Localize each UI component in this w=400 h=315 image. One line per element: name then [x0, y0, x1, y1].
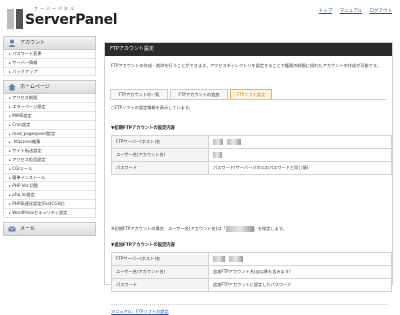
row-value-redacted — [208, 148, 392, 162]
table-row: パスワード パスワード(サーバーパネルのパスワードと同じ値) — [111, 161, 392, 175]
sidebar-item-easy-install[interactable]: 簡単インストール — [4, 174, 95, 183]
top-link-top[interactable]: トップ — [319, 9, 333, 14]
table-row: ユーザー名(アカウント名) 追加FTPアカウント名(@以降も含みます) — [111, 265, 392, 279]
row-key: FTPサーバー(ホスト)名 — [111, 252, 209, 266]
manual-ftp-software-link[interactable]: マニュアル：FTPソフトの設定 — [111, 309, 169, 315]
mail-icon — [8, 225, 16, 232]
serverpanel-logo: サーバーパネル ServerPanel — [6, 4, 126, 34]
page-title: FTPアカウント設定 — [105, 43, 392, 56]
user-icon — [8, 39, 16, 47]
sidebar-item-mime[interactable]: MIME設定 — [4, 112, 95, 121]
row-key: パスワード — [111, 278, 209, 292]
table-row: ユーザー名(アカウント名) — [111, 148, 392, 162]
added-account-table: FTPサーバー(ホスト)名 ユーザー名(アカウント名) 追加FTPアカウント名(… — [111, 252, 392, 292]
row-value: 追加FTPアカウントに設定したパスワード — [208, 278, 392, 292]
sidebar-item-php-ini[interactable]: php.ini設定 — [4, 191, 95, 200]
row-key: ユーザー名(アカウント名) — [111, 148, 209, 162]
sidebar-item-server-info[interactable]: サーバー情報 — [4, 59, 95, 68]
initial-account-table: FTPサーバー(ホスト)名 ユーザー名(アカウント名) パスワード パスワード(… — [111, 135, 392, 175]
row-key: パスワード — [111, 161, 209, 175]
sidebar: アカウント パスワード変更 サーバー情報 バックアップ ホームページ アクセス制… — [3, 36, 96, 236]
sidebar-item-site-transfer[interactable]: サイト転送設定 — [4, 147, 95, 156]
initial-account-title: ▼初期FTPアカウントの設定内容 — [111, 126, 175, 131]
top-link-manual[interactable]: マニュアル — [340, 9, 362, 14]
sidebar-item-htaccess[interactable]: .htaccess編集 — [4, 138, 95, 148]
row-value-redacted — [208, 135, 392, 149]
row-key: FTPサーバー(ホスト)名 — [111, 135, 209, 149]
row-value-redacted — [208, 252, 392, 266]
sidebar-item-pagespeed[interactable]: mod_pagespeed設定 — [4, 130, 95, 139]
section-title: メール — [20, 225, 36, 232]
top-link-logout[interactable]: ログアウト — [370, 9, 393, 14]
section-title: アカウント — [20, 40, 46, 46]
page-description: FTPアカウントの作成・削除を行うことができます。アクセスディレクトリを設定する… — [111, 63, 381, 68]
row-value: パスワード(サーバーパネルのパスワードと同じ値) — [208, 161, 392, 175]
sidebar-section-homepage[interactable]: ホームページ — [3, 80, 96, 95]
added-account-title: ▼追加FTPアカウントの設定内容 — [111, 243, 175, 248]
initial-account-note: ※初期FTPアカウントの場合、ユーザー名(アカウント名)は「 」を指定します。 — [111, 226, 287, 232]
row-value: 追加FTPアカウント名(@以降も含みます) — [208, 265, 392, 279]
table-row: FTPサーバー(ホスト)名 — [111, 135, 392, 149]
sidebar-section-mail[interactable]: メール — [3, 221, 96, 236]
sidebar-item-error-page[interactable]: エラーページ設定 — [4, 103, 95, 112]
account-nav-list: パスワード変更 サーバー情報 バックアップ — [3, 50, 96, 77]
sidebar-item-php-version[interactable]: PHP Ver.切替 — [4, 182, 95, 192]
info-notice: ○FTPソフトの設定情報を表示しています。 — [111, 105, 193, 110]
table-row: FTPサーバー(ホスト)名 — [111, 252, 392, 266]
table-row: パスワード 追加FTPアカウントに設定したパスワード — [111, 278, 392, 292]
sidebar-item-access-deny[interactable]: アクセス拒否設定 — [4, 156, 95, 165]
sidebar-item-password[interactable]: パスワード変更 — [4, 50, 95, 59]
sidebar-item-access-restriction[interactable]: アクセス制限 — [4, 94, 95, 104]
sidebar-section-account[interactable]: アカウント — [3, 36, 96, 50]
top-links: トップ マニュアル ログアウト — [313, 8, 392, 14]
home-icon — [8, 83, 16, 91]
sidebar-item-cgi-tools[interactable]: CGIツール — [4, 165, 95, 174]
sidebar-item-php-fastcgi[interactable]: PHP高速化設定(FastCGI化) — [4, 200, 95, 209]
serverpanel-logo-icon — [7, 9, 23, 29]
sidebar-item-cron[interactable]: Cron設定 — [4, 121, 95, 130]
sidebar-item-wp-security[interactable]: WordPressセキュリティ設定 — [4, 209, 95, 218]
section-title: ホームページ — [20, 84, 50, 91]
row-key: ユーザー名(アカウント名) — [111, 265, 209, 279]
homepage-nav-list: アクセス制限 エラーページ設定 MIME設定 Cron設定 mod_pagesp… — [3, 94, 96, 218]
main-panel: FTPアカウント設定 FTPアカウントの作成・削除を行うことができます。アクセス… — [104, 42, 393, 314]
sidebar-item-backup[interactable]: バックアップ — [4, 68, 95, 77]
logo-text: ServerPanel — [25, 12, 118, 28]
